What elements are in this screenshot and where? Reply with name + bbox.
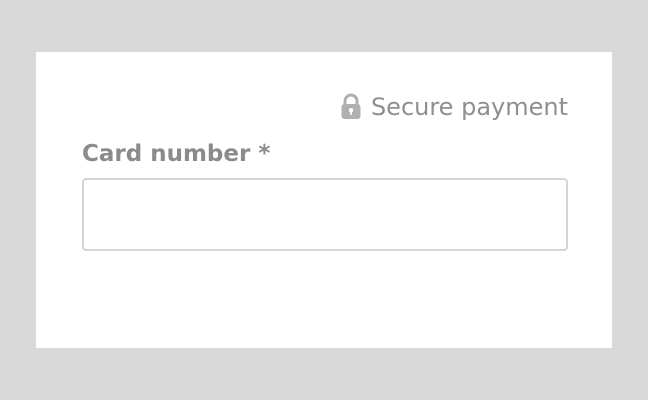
secure-payment-text: Secure payment — [370, 93, 568, 121]
payment-page-background: Secure payment Card number * — [0, 0, 648, 400]
card-number-input[interactable] — [82, 178, 568, 251]
card-number-label-text: Card number — [82, 141, 251, 167]
lock-icon — [341, 93, 361, 119]
payment-card: Secure payment Card number * — [36, 52, 612, 348]
required-marker: * — [258, 141, 271, 167]
secure-payment-badge: Secure payment — [340, 92, 568, 122]
card-number-label: Card number * — [82, 143, 270, 166]
